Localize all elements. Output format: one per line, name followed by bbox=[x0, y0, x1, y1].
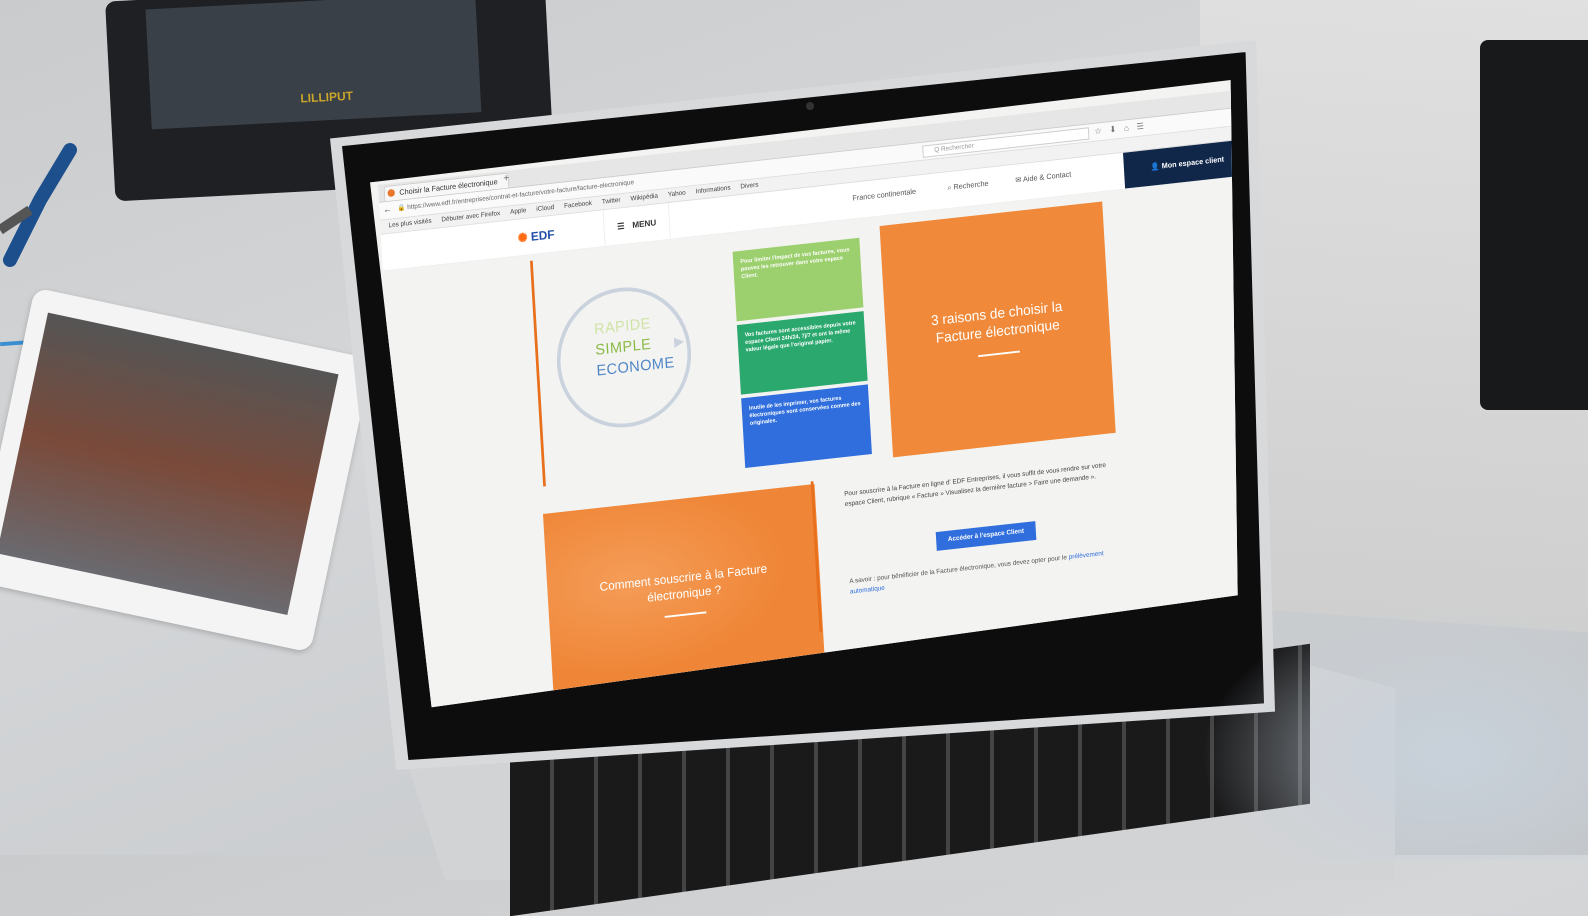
title-underline bbox=[978, 350, 1020, 357]
bookmark-item[interactable]: Les plus visités bbox=[388, 218, 431, 229]
orange-accent-line bbox=[530, 260, 546, 487]
bookmark-item[interactable]: Débuter avec Firefox bbox=[441, 210, 500, 223]
bookmark-item[interactable]: Twitter bbox=[602, 197, 621, 206]
user-icon: 👤 bbox=[1150, 161, 1162, 172]
cycle-arrow-icon: ▶ bbox=[673, 332, 685, 350]
bookmark-item[interactable]: Facebook bbox=[564, 200, 592, 210]
edf-logo-text: EDF bbox=[530, 227, 555, 244]
help-link[interactable]: ✉ Aide & Contact bbox=[1015, 170, 1071, 185]
monitor-brand: LILLIPUT bbox=[300, 88, 354, 106]
savoir-link[interactable]: prélèvement automatique bbox=[850, 550, 1104, 595]
bookmark-item[interactable]: iCloud bbox=[536, 204, 554, 213]
bookmark-item[interactable]: Wikipédia bbox=[630, 193, 658, 203]
region-label: France continentale bbox=[852, 187, 917, 203]
bookmark-item[interactable]: Yahoo bbox=[668, 190, 686, 199]
tablet-screen bbox=[0, 312, 339, 616]
reasons-title: 3 raisons de choisir la Facture électron… bbox=[930, 298, 1063, 347]
lock-icon: 🔒 bbox=[397, 204, 406, 213]
savoir-note: A savoir : pour bénéficier de la Facture… bbox=[849, 548, 1122, 598]
bookmark-item[interactable]: Divers bbox=[740, 182, 758, 191]
benefit-card: Inutile de les imprimer, vos factures él… bbox=[741, 384, 872, 468]
recherche-label: Recherche bbox=[953, 179, 989, 192]
aide-label: Aide & Contact bbox=[1022, 169, 1072, 184]
background-device bbox=[1480, 40, 1588, 410]
benefit-card: Vos factures sont accessibles depuis vot… bbox=[736, 311, 868, 395]
hamburger-icon: ☰ bbox=[616, 221, 625, 232]
espace-client-label: Mon espace client bbox=[1161, 154, 1225, 171]
access-client-button[interactable]: Accéder à l'espace Client bbox=[935, 521, 1037, 551]
reasons-tile[interactable]: 3 raisons de choisir la Facture électron… bbox=[879, 201, 1116, 458]
region-selector[interactable]: France continentale bbox=[852, 187, 916, 202]
new-tab-icon[interactable]: + bbox=[503, 172, 509, 184]
edf-logo[interactable]: ✺ EDF bbox=[517, 227, 555, 246]
toolbar-icons[interactable]: ☆ ⬇ ⌂ ☰ bbox=[1094, 121, 1147, 137]
bookmark-item[interactable]: Informations bbox=[695, 185, 730, 195]
tablet bbox=[0, 287, 373, 653]
browser-search-text: Q Rechercher bbox=[934, 142, 974, 154]
benefit-cards: Pour limiter l'impact de vos factures, v… bbox=[732, 237, 873, 472]
search-link[interactable]: ⌕ Recherche bbox=[947, 179, 989, 193]
back-arrow-icon[interactable]: ← bbox=[383, 204, 393, 215]
benefit-card: Pour limiter l'impact de vos factures, v… bbox=[732, 237, 864, 322]
subscribe-text: Pour souscrire à la Facture en ligne d' … bbox=[844, 462, 1107, 508]
desk-scene: LILLIPUT Choisir la Facture électronique… bbox=[0, 0, 1588, 916]
pliers-icon bbox=[0, 143, 77, 267]
camera-icon bbox=[806, 102, 814, 110]
menu-label: MENU bbox=[632, 217, 657, 230]
favicon-icon bbox=[387, 188, 396, 198]
edf-spark-icon: ✺ bbox=[517, 230, 529, 246]
savoir-text: A savoir : pour bénéficier de la Facture… bbox=[849, 554, 1068, 586]
foreground-blur bbox=[1200, 600, 1588, 860]
monitor-screen bbox=[145, 0, 482, 130]
menu-button[interactable]: ☰ MENU bbox=[602, 203, 671, 247]
bookmark-item[interactable]: Apple bbox=[510, 207, 527, 215]
